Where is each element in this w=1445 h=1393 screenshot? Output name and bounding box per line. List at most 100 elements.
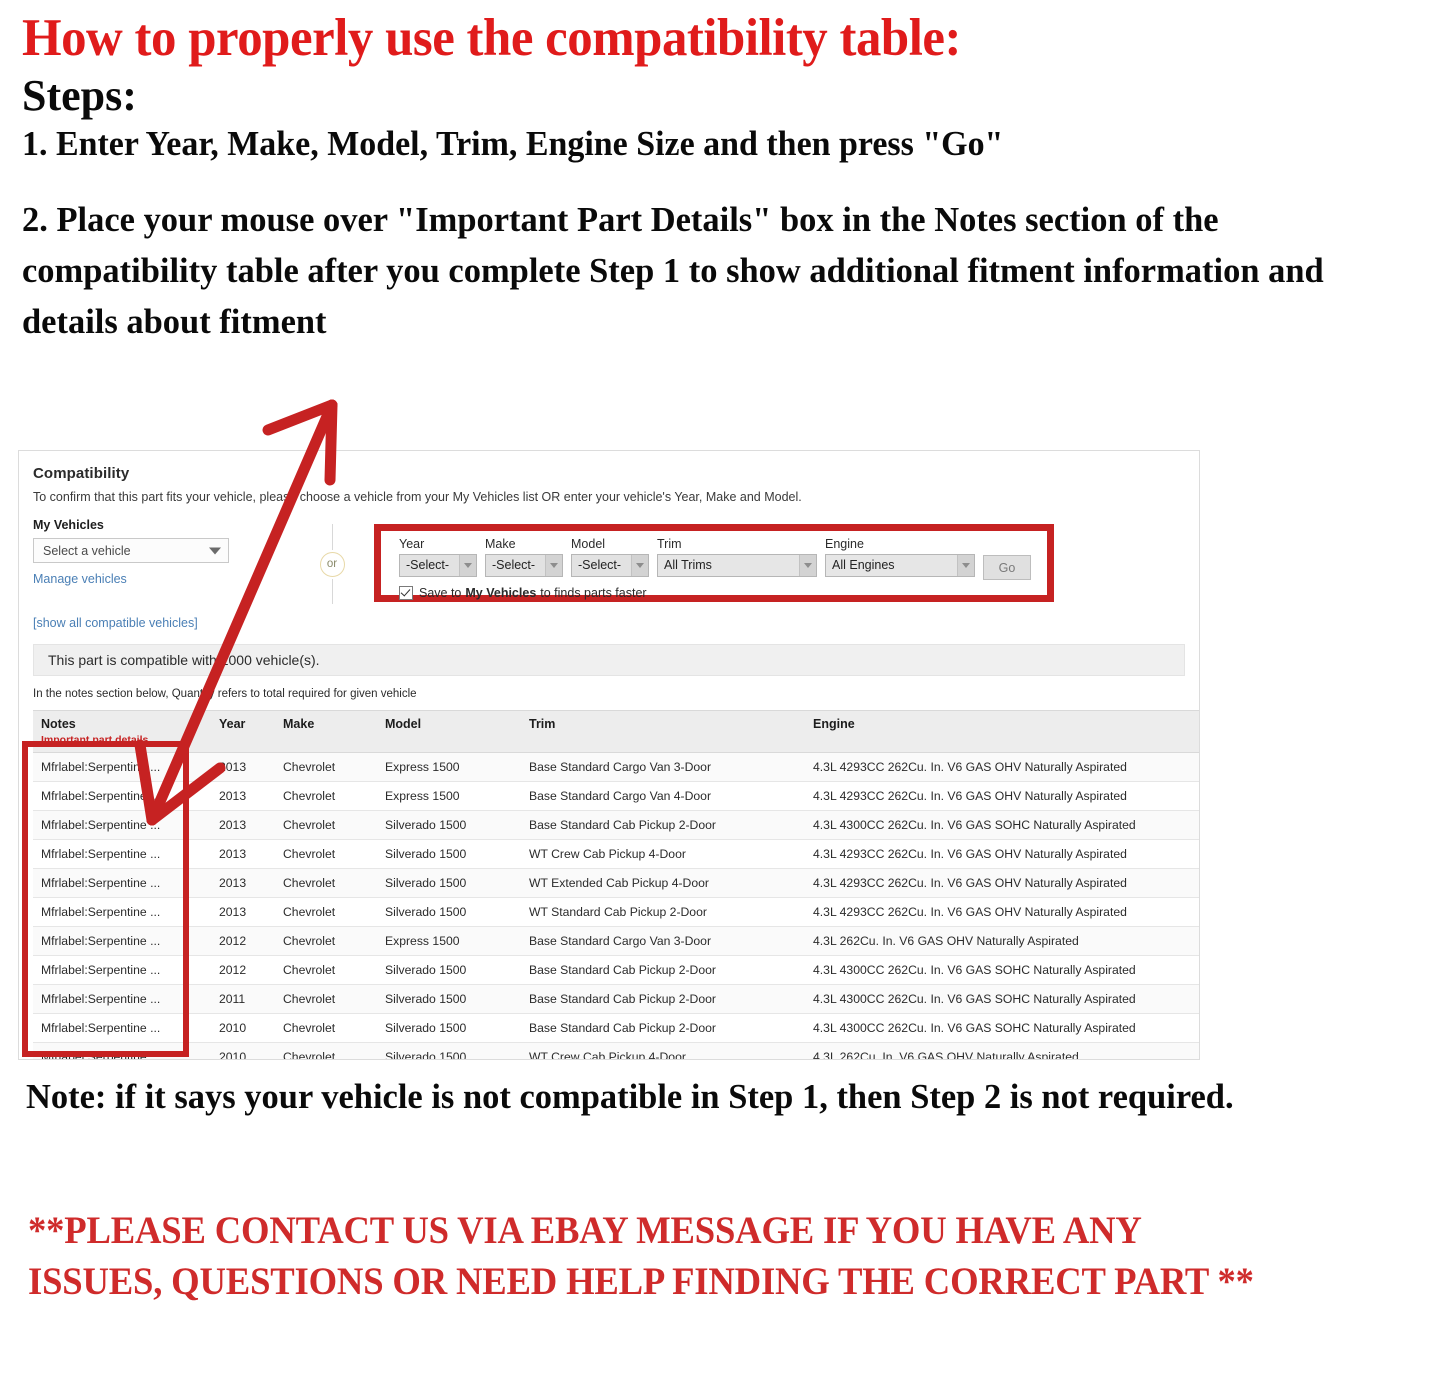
cell-notes[interactable]: Mfrlabel:Serpentine ... xyxy=(33,897,211,927)
cell-notes[interactable]: Mfrlabel:Serpentine ... xyxy=(33,1013,211,1043)
go-button[interactable]: Go xyxy=(983,555,1031,580)
year-select[interactable]: -Select- xyxy=(399,553,477,577)
cell-model: Silverado 1500 xyxy=(377,868,521,898)
cell-engine: 4.3L 4300CC 262Cu. In. V6 GAS SOHC Natur… xyxy=(805,1013,1199,1043)
year-field-group: Year -Select- xyxy=(399,538,477,577)
model-field-group: Model -Select- xyxy=(571,538,649,577)
cell-engine: 4.3L 262Cu. In. V6 GAS OHV Naturally Asp… xyxy=(805,926,1199,956)
cell-notes[interactable]: Mfrlabel:Serpentine ... xyxy=(33,955,211,985)
save-bold-label: My Vehicles xyxy=(465,586,537,600)
cell-engine: 4.3L 4293CC 262Cu. In. V6 GAS OHV Natura… xyxy=(805,839,1199,869)
table-row: Mfrlabel:Serpentine ... 2010 Chevrolet Silv… xyxy=(33,1042,1199,1059)
cell-make: Chevrolet xyxy=(275,868,377,898)
vehicle-select[interactable]: Select a vehicle xyxy=(33,538,229,563)
cell-year: 2012 xyxy=(211,926,275,956)
table-row: Mfrlabel:Serpentine ... 2013 Chevrolet Silv… xyxy=(33,897,1199,927)
chevron-down-icon xyxy=(957,554,974,576)
vehicle-form: Year -Select- Make -Select- Model -Selec… xyxy=(381,531,1047,580)
cell-trim: WT Crew Cab Pickup 4-Door xyxy=(521,839,805,869)
col-header-model: Model xyxy=(377,710,521,753)
cell-model: Silverado 1500 xyxy=(377,1013,521,1043)
table-row: Mfrlabel:Serpentine ... 2010 Chevrolet Silv… xyxy=(33,1013,1199,1043)
or-line-top xyxy=(331,524,333,550)
footer-contact-message: **PLEASE CONTACT US VIA EBAY MESSAGE IF … xyxy=(28,1209,1254,1304)
col-header-year: Year xyxy=(211,710,275,753)
save-prefix-label: Save to xyxy=(419,586,462,600)
vehicle-select-value: Select a vehicle xyxy=(43,543,131,558)
cell-make: Chevrolet xyxy=(275,810,377,840)
year-label: Year xyxy=(399,537,425,551)
steps-label: Steps: xyxy=(22,71,137,121)
compatible-count-banner: This part is compatible with 1000 vehicl… xyxy=(33,644,1185,676)
cell-notes[interactable]: Mfrlabel:Serpentine ... xyxy=(33,781,211,811)
cell-notes[interactable]: Mfrlabel:Serpentine ... xyxy=(33,984,211,1014)
instructions-header: How to properly use the compatibility ta… xyxy=(0,0,1445,348)
table-row: Mfrlabel:Serpentine ... 2012 Chevrolet Expr… xyxy=(33,926,1199,956)
cell-year: 2013 xyxy=(211,781,275,811)
cell-engine: 4.3L 4300CC 262Cu. In. V6 GAS SOHC Natur… xyxy=(805,955,1199,985)
col-header-trim: Trim xyxy=(521,710,805,753)
engine-select[interactable]: All Engines xyxy=(825,553,975,577)
cell-notes[interactable]: Mfrlabel:Serpentine ... xyxy=(33,839,211,869)
chevron-down-icon xyxy=(545,554,562,576)
or-badge: or xyxy=(319,551,345,577)
save-checkbox[interactable] xyxy=(399,586,413,600)
cell-notes[interactable]: Mfrlabel:Serpentine ... xyxy=(33,752,211,782)
cell-model: Silverado 1500 xyxy=(377,984,521,1014)
cell-model: Silverado 1500 xyxy=(377,810,521,840)
cell-model: Silverado 1500 xyxy=(377,955,521,985)
make-label: Make xyxy=(485,537,516,551)
save-suffix-label: to finds parts faster xyxy=(540,586,647,600)
cell-trim: Base Standard Cargo Van 3-Door xyxy=(521,752,805,782)
cell-trim: Base Standard Cab Pickup 2-Door xyxy=(521,1013,805,1043)
cell-year: 2010 xyxy=(211,1042,275,1059)
cell-year: 2013 xyxy=(211,839,275,869)
make-field-group: Make -Select- xyxy=(485,538,563,577)
fitment-table-body: Mfrlabel:Serpentine ... 2013 Chevrolet Expr… xyxy=(33,752,1199,1059)
table-row: Mfrlabel:Serpentine ... 2013 Chevrolet Silv… xyxy=(33,839,1199,869)
cell-make: Chevrolet xyxy=(275,781,377,811)
cell-notes[interactable]: Mfrlabel:Serpentine ... xyxy=(33,810,211,840)
model-select[interactable]: -Select- xyxy=(571,553,649,577)
cell-engine: 4.3L 4293CC 262Cu. In. V6 GAS OHV Natura… xyxy=(805,752,1199,782)
page-title: How to properly use the compatibility ta… xyxy=(22,9,961,67)
cell-notes[interactable]: Mfrlabel:Serpentine ... xyxy=(33,1042,211,1059)
col-header-make: Make xyxy=(275,710,377,753)
vehicle-form-highlight-box: Year -Select- Make -Select- Model -Selec… xyxy=(374,524,1054,602)
cell-trim: Base Standard Cargo Van 3-Door xyxy=(521,926,805,956)
fitment-table-head: Notes Important part details Year Make M… xyxy=(33,710,1199,753)
cell-year: 2012 xyxy=(211,955,275,985)
trim-value: All Trims xyxy=(664,558,712,572)
model-value: -Select- xyxy=(578,558,622,572)
vehicle-picker-row: My Vehicles Select a vehicle Manage vehi… xyxy=(19,518,1199,610)
col-header-notes-sub: Important part details xyxy=(41,734,149,746)
cell-engine: 4.3L 4293CC 262Cu. In. V6 GAS OHV Natura… xyxy=(805,897,1199,927)
show-all-compatible-vehicles-link[interactable]: [show all compatible vehicles] xyxy=(33,616,1199,630)
compatibility-panel: Compatibility To confirm that this part … xyxy=(18,450,1200,1060)
cell-year: 2011 xyxy=(211,984,275,1014)
cell-model: Silverado 1500 xyxy=(377,839,521,869)
cell-year: 2013 xyxy=(211,810,275,840)
make-value: -Select- xyxy=(492,558,536,572)
cell-year: 2013 xyxy=(211,752,275,782)
step-2-text: 2. Place your mouse over "Important Part… xyxy=(22,200,1324,341)
chevron-down-icon xyxy=(631,554,648,576)
engine-value: All Engines xyxy=(832,558,895,572)
cell-notes[interactable]: Mfrlabel:Serpentine ... xyxy=(33,868,211,898)
cell-make: Chevrolet xyxy=(275,752,377,782)
make-select[interactable]: -Select- xyxy=(485,553,563,577)
cell-year: 2013 xyxy=(211,897,275,927)
compatibility-subheading: To confirm that this part fits your vehi… xyxy=(33,490,802,504)
cell-notes[interactable]: Mfrlabel:Serpentine ... xyxy=(33,926,211,956)
cell-engine: 4.3L 4293CC 262Cu. In. V6 GAS OHV Natura… xyxy=(805,868,1199,898)
quantity-note: In the notes section below, Quantity ref… xyxy=(33,688,417,700)
my-vehicles-group: My Vehicles Select a vehicle Manage vehi… xyxy=(33,518,293,586)
cell-make: Chevrolet xyxy=(275,926,377,956)
manage-vehicles-link[interactable]: Manage vehicles xyxy=(33,572,293,586)
trim-select[interactable]: All Trims xyxy=(657,553,817,577)
trim-field-group: Trim All Trims xyxy=(657,538,817,577)
table-row: Mfrlabel:Serpentine ... 2013 Chevrolet Silv… xyxy=(33,868,1199,898)
engine-field-group: Engine All Engines xyxy=(825,538,975,577)
cell-model: Silverado 1500 xyxy=(377,897,521,927)
save-to-my-vehicles-row[interactable]: Save to My Vehicles to finds parts faste… xyxy=(399,586,1047,600)
